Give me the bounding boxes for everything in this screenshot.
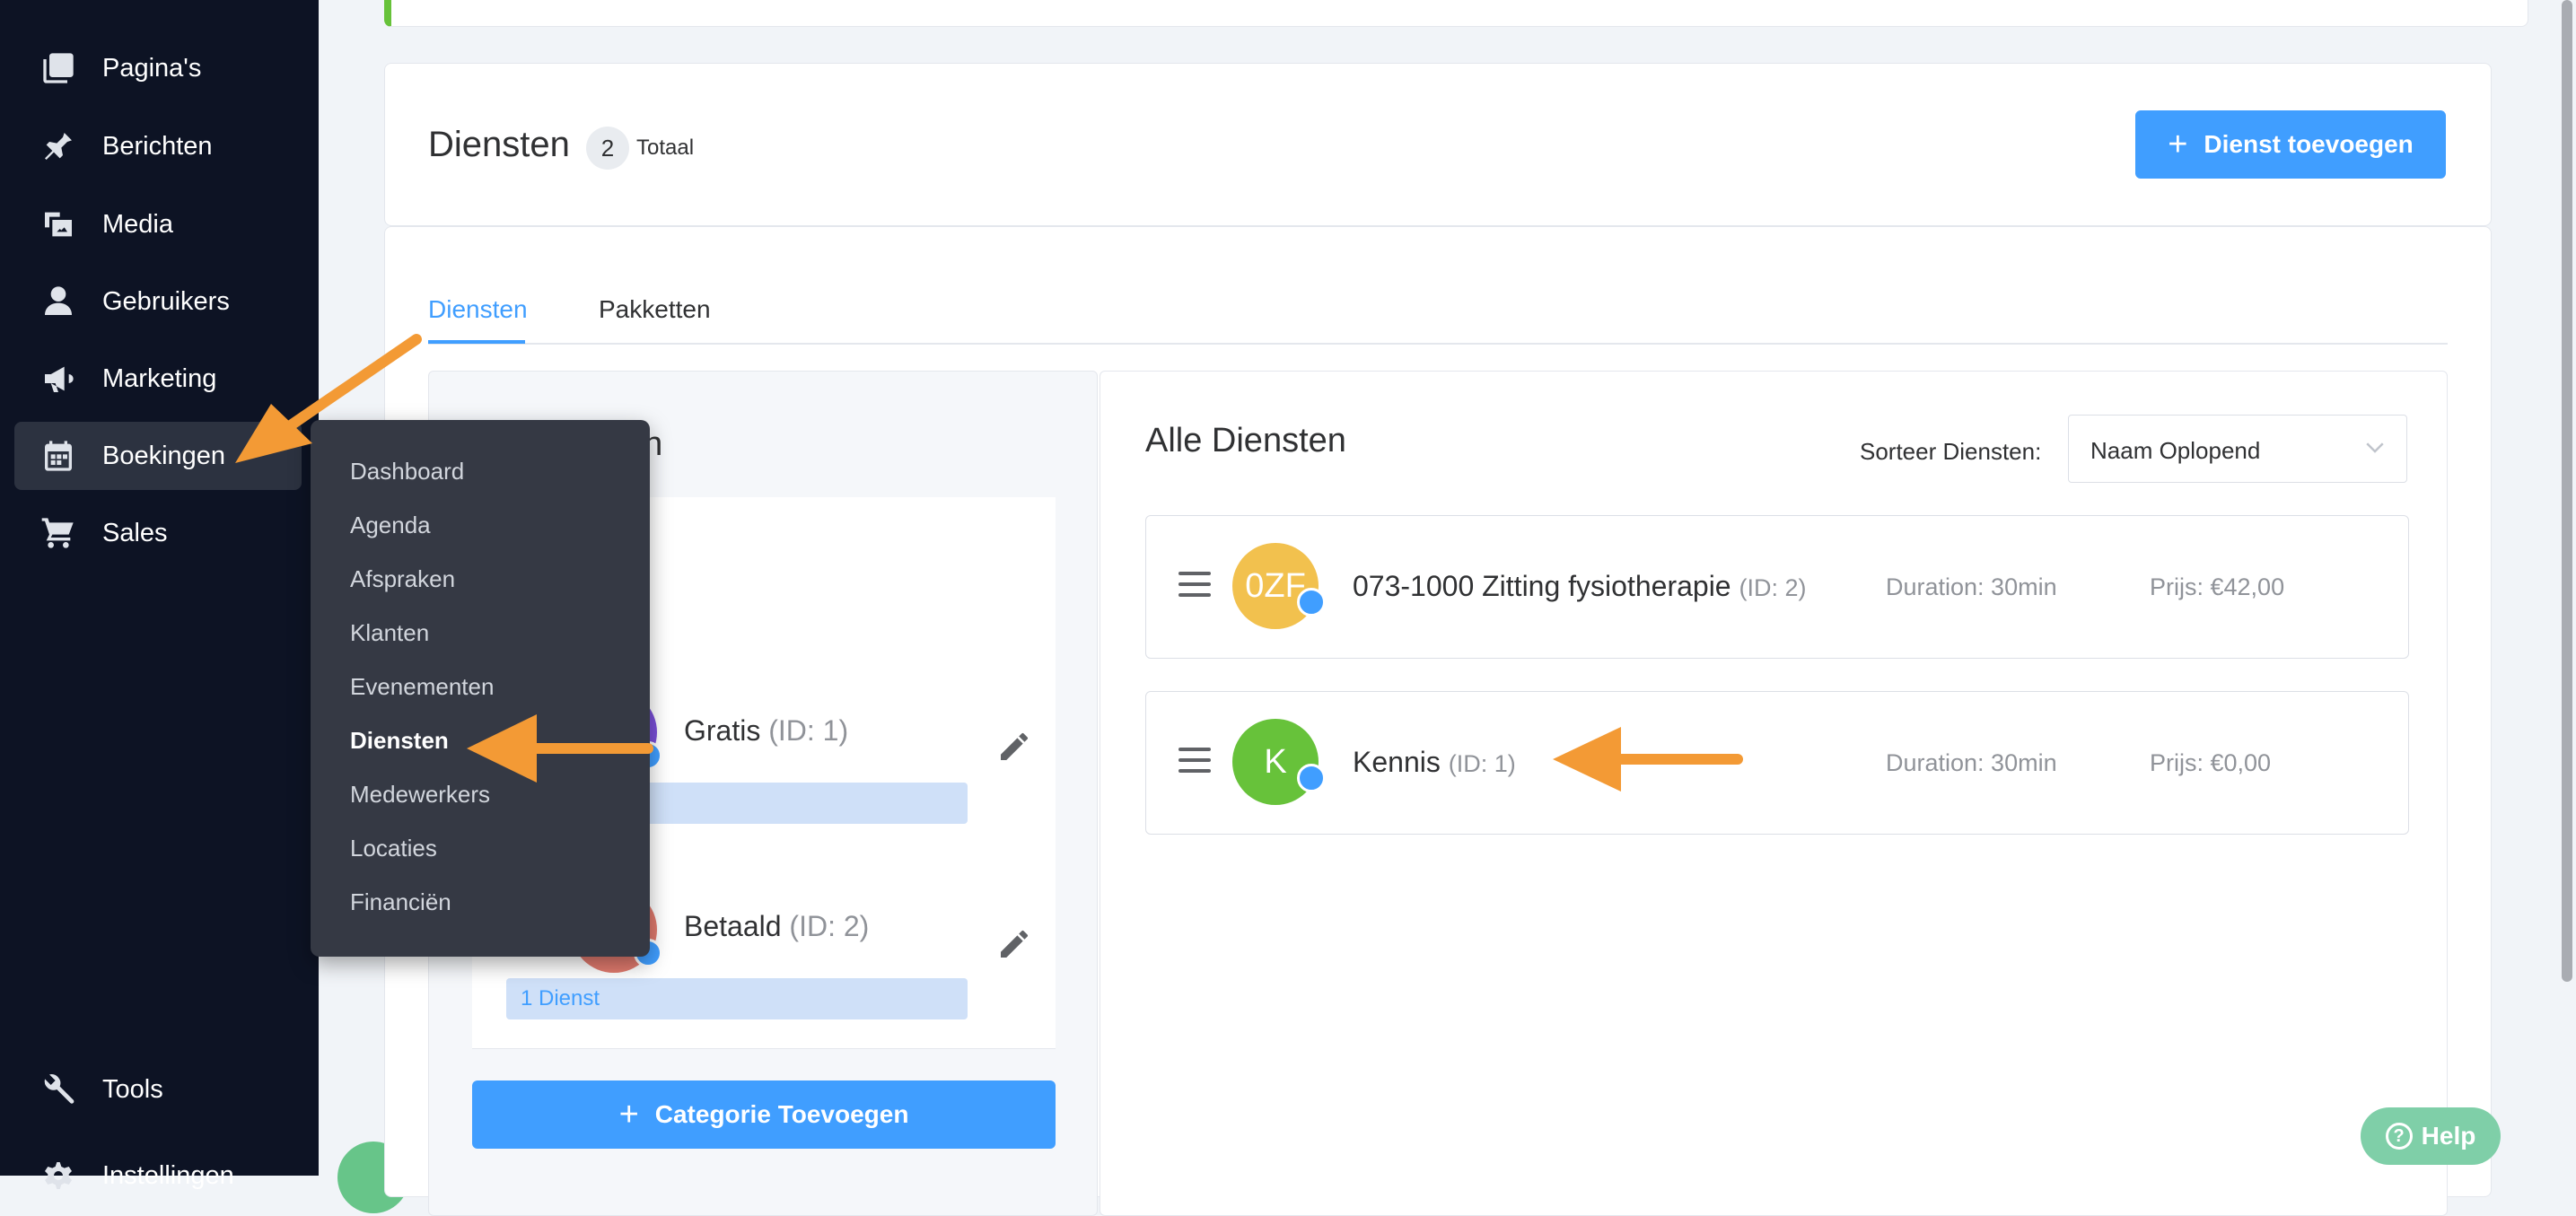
submenu-item-financien[interactable]: Financiën	[350, 888, 451, 916]
service-avatar: 0ZF	[1232, 543, 1319, 629]
question-icon: ?	[2385, 1123, 2413, 1150]
sidebar-item-label: Instellingen	[102, 1160, 234, 1190]
submenu-item-evenementen[interactable]: Evenementen	[350, 673, 494, 701]
sidebar-item-label: Gebruikers	[102, 286, 230, 316]
sidebar-item-label: Media	[102, 209, 173, 239]
page-header: Diensten 2 Totaal + Dienst toevoegen	[384, 63, 2492, 226]
sidebar-item-label: Marketing	[102, 363, 217, 393]
wrench-icon	[39, 1071, 77, 1108]
sidebar: Pagina's Berichten Media Gebruikers Mark…	[0, 0, 319, 1190]
submenu-item-dashboard[interactable]: Dashboard	[350, 458, 464, 486]
tab-divider	[428, 343, 2448, 345]
sort-value: Naam Oplopend	[2090, 437, 2261, 464]
submenu-item-diensten[interactable]: Diensten	[350, 727, 449, 755]
sidebar-item-instellingen[interactable]: Instellingen	[14, 1142, 302, 1210]
notice-bar	[384, 0, 2528, 27]
megaphone-icon	[39, 360, 77, 398]
service-name: Kennis (ID: 1)	[1353, 746, 1516, 778]
service-row-fysiotherapie[interactable]: 0ZF 073-1000 Zitting fysiotherapie (ID: …	[1145, 515, 2409, 659]
service-row-kennis[interactable]: K Kennis (ID: 1) Duration: 30min Prijs: …	[1145, 691, 2409, 835]
sort-select[interactable]: Naam Oplopend	[2068, 415, 2407, 483]
pin-icon	[39, 127, 77, 165]
sidebar-item-label: Berichten	[102, 131, 213, 161]
submenu-item-afspraken[interactable]: Afspraken	[350, 565, 455, 593]
submenu-item-agenda[interactable]: Agenda	[350, 512, 431, 539]
chevron-down-icon	[2361, 433, 2388, 460]
tab-active-indicator	[428, 340, 525, 344]
submenu-item-medewerkers[interactable]: Medewerkers	[350, 781, 490, 809]
count-badge: 2	[586, 127, 629, 170]
help-button[interactable]: ? Help	[2361, 1107, 2501, 1165]
tab-pakketten[interactable]: Pakketten	[599, 295, 711, 324]
sidebar-item-paginas[interactable]: Pagina's	[14, 34, 302, 102]
sidebar-item-berichten[interactable]: Berichten	[14, 112, 302, 180]
services-card: Diensten Pakketten en en Gratis (ID: 1) …	[384, 226, 2492, 1216]
tab-diensten[interactable]: Diensten	[428, 295, 528, 324]
service-avatar: K	[1232, 719, 1319, 805]
status-dot	[1297, 764, 1326, 792]
settings-icon	[39, 1157, 77, 1194]
category-name: Betaald (ID: 2)	[684, 910, 870, 942]
sidebar-item-gebruikers[interactable]: Gebruikers	[14, 267, 302, 336]
cart-icon	[39, 514, 77, 552]
add-category-button[interactable]: + Categorie Toevoegen	[472, 1080, 1056, 1149]
count-label: Totaal	[636, 136, 695, 160]
edit-icon[interactable]	[996, 729, 1032, 765]
service-price: Prijs: €0,00	[2150, 749, 2272, 776]
sidebar-item-label: Pagina's	[102, 53, 202, 83]
scrollbar-thumb[interactable]	[2562, 0, 2572, 982]
user-icon	[39, 283, 77, 320]
plus-icon: +	[618, 1096, 639, 1133]
add-service-button[interactable]: + Dienst toevoegen	[2135, 110, 2446, 179]
sidebar-item-tools[interactable]: Tools	[14, 1055, 302, 1124]
service-price: Prijs: €42,00	[2150, 573, 2285, 600]
sidebar-item-boekingen[interactable]: Boekingen	[14, 422, 302, 490]
sidebar-item-label: Boekingen	[102, 441, 226, 470]
submenu-item-klanten[interactable]: Klanten	[350, 619, 429, 647]
calendar-icon	[39, 437, 77, 475]
service-duration: Duration: 30min	[1886, 573, 2057, 600]
category-tag: 1 Dienst	[506, 978, 968, 1019]
service-duration: Duration: 30min	[1886, 749, 2057, 776]
category-name: Gratis (ID: 1)	[684, 714, 849, 747]
media-icon	[39, 206, 77, 243]
bookings-submenu: Dashboard Agenda Afspraken Klanten Evene…	[311, 420, 650, 957]
submenu-item-locaties[interactable]: Locaties	[350, 835, 437, 862]
sidebar-item-label: Tools	[102, 1074, 163, 1104]
sidebar-item-marketing[interactable]: Marketing	[14, 345, 302, 413]
pages-icon	[39, 49, 77, 87]
services-panel: Alle Diensten Sorteer Diensten: Naam Opl…	[1100, 371, 2448, 1216]
services-title: Alle Diensten	[1145, 422, 1346, 459]
drag-handle-icon[interactable]	[1178, 572, 1211, 604]
drag-handle-icon[interactable]	[1178, 748, 1211, 780]
status-dot	[1297, 588, 1326, 617]
sidebar-item-sales[interactable]: Sales	[14, 499, 302, 567]
plus-icon: +	[2168, 126, 2188, 163]
sidebar-item-media[interactable]: Media	[14, 190, 302, 258]
sort-label: Sorteer Diensten:	[1860, 438, 2042, 465]
sidebar-item-label: Sales	[102, 518, 168, 547]
page-title: Diensten	[428, 125, 570, 164]
service-name: 073-1000 Zitting fysiotherapie (ID: 2)	[1353, 570, 1807, 602]
edit-icon[interactable]	[996, 926, 1032, 962]
